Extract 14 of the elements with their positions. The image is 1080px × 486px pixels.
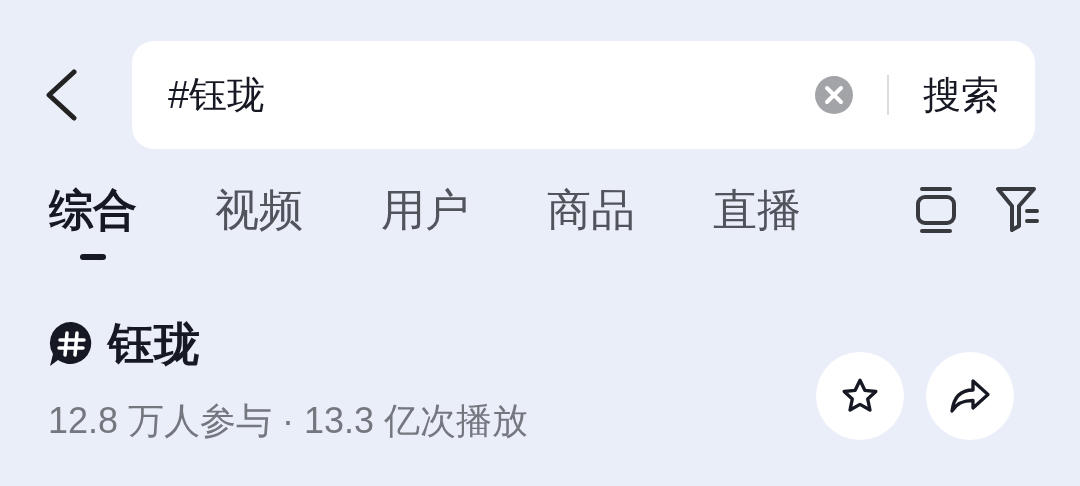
filter-icon[interactable] (996, 186, 1040, 232)
share-icon (949, 378, 991, 414)
back-icon (44, 69, 78, 121)
tab[interactable]: 直播 (711, 180, 803, 260)
search-button[interactable]: 搜索 (923, 66, 999, 124)
tab[interactable]: 综合 (47, 180, 139, 260)
topic-title: 钰珑 (108, 316, 200, 372)
search-field[interactable]: #钰珑 搜索 (132, 41, 1035, 149)
tab[interactable]: 用户 (379, 180, 471, 260)
topic-stats: 12.8 万人参与 · 13.3 亿次播放 (48, 399, 530, 443)
search-input[interactable]: #钰珑 (168, 66, 815, 124)
tab[interactable]: 商品 (545, 180, 637, 260)
tab[interactable]: 视频 (213, 180, 305, 260)
card-view-icon[interactable] (916, 186, 956, 234)
